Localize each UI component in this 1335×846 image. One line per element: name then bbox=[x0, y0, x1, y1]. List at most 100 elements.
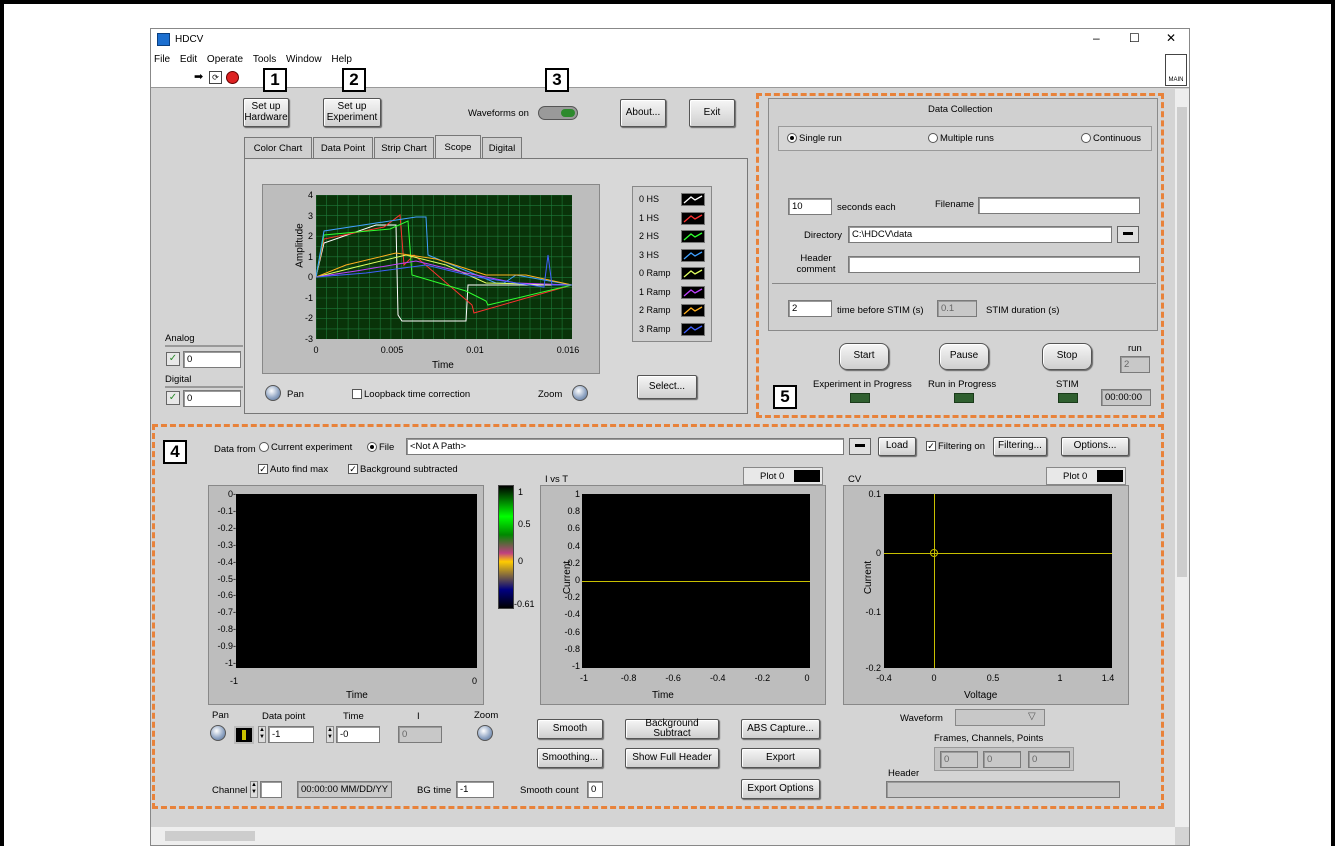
legend-swatch[interactable] bbox=[681, 211, 705, 225]
legend-row-4: 0 Ramp bbox=[633, 265, 707, 282]
data-collection-highlight bbox=[756, 93, 1164, 418]
select-button[interactable]: Select... bbox=[637, 375, 697, 399]
hscroll-thumb[interactable] bbox=[165, 831, 255, 841]
legend-row-7: 3 Ramp bbox=[633, 321, 707, 338]
scope-ytick-6: -2 bbox=[304, 313, 313, 323]
menu-tools[interactable]: Tools bbox=[253, 54, 276, 65]
scope-ytick-5: -1 bbox=[304, 292, 313, 303]
menu-bar: File Edit Operate Tools Window Help bbox=[151, 51, 1189, 68]
pan-knob[interactable] bbox=[265, 385, 281, 401]
analog-check-icon[interactable]: ✓ bbox=[166, 352, 180, 366]
analog-value[interactable]: 0 bbox=[183, 351, 241, 368]
toolbar: ➡ ⟳ MAIN bbox=[151, 54, 1189, 88]
abort-icon[interactable] bbox=[226, 71, 239, 84]
scope-xtick-2: 0.01 bbox=[466, 345, 484, 355]
menu-window[interactable]: Window bbox=[286, 54, 322, 65]
legend-label: 1 HS bbox=[639, 212, 660, 223]
legend-label: 1 Ramp bbox=[639, 286, 671, 297]
scope-ytick-7: -3 bbox=[304, 333, 313, 344]
legend-row-2: 2 HS bbox=[633, 228, 707, 245]
pan-label: Pan bbox=[287, 389, 304, 400]
vertical-scrollbar[interactable] bbox=[1175, 89, 1189, 827]
toggle-led bbox=[561, 109, 575, 117]
callout-4: 4 bbox=[163, 440, 187, 464]
tab-color-chart[interactable]: Color Chart bbox=[244, 137, 312, 159]
legend-swatch[interactable] bbox=[681, 304, 705, 317]
digital-check-icon[interactable]: ✓ bbox=[166, 391, 180, 405]
menu-edit[interactable]: Edit bbox=[180, 54, 197, 65]
legend-row-5: 1 Ramp bbox=[633, 284, 707, 301]
about-button[interactable]: About... bbox=[620, 99, 666, 127]
callout-3: 3 bbox=[545, 68, 569, 92]
scope-y-label: Amplitude bbox=[294, 223, 306, 268]
legend-label: 0 HS bbox=[639, 194, 660, 204]
legend-swatch[interactable] bbox=[681, 267, 705, 280]
digital-label: Digital bbox=[165, 374, 192, 385]
scope-trace-3 bbox=[315, 216, 573, 286]
scope-x-label: Time bbox=[432, 360, 454, 371]
tab-data-point[interactable]: Data Point bbox=[313, 137, 373, 159]
scope-ytick-2: 2 bbox=[307, 231, 313, 241]
legend-swatch[interactable] bbox=[681, 248, 705, 262]
analysis-highlight bbox=[152, 424, 1164, 809]
run-arrow-icon[interactable]: ➡ bbox=[194, 72, 206, 83]
scope-ytick-1: 3 bbox=[307, 210, 313, 221]
callout-5: 5 bbox=[773, 385, 797, 409]
window-title: HDCV bbox=[175, 34, 204, 45]
title-bar: HDCV – ☐ ✕ bbox=[151, 29, 1189, 51]
callout-2: 2 bbox=[342, 68, 366, 92]
digital-value[interactable]: 0 bbox=[183, 390, 241, 407]
setup-experiment-button[interactable]: Set up Experiment bbox=[323, 98, 381, 127]
analog-divider bbox=[165, 345, 243, 347]
scope-ytick-4: 0 bbox=[307, 272, 313, 282]
legend-row-6: 2 Ramp bbox=[633, 302, 707, 319]
tab-scope[interactable]: Scope bbox=[435, 135, 481, 159]
waveforms-on-label: Waveforms on bbox=[468, 108, 529, 119]
legend-swatch[interactable] bbox=[681, 230, 705, 243]
loopback-checkbox[interactable]: Loopback time correction bbox=[352, 389, 470, 400]
scope-trace-0 bbox=[315, 224, 572, 322]
app-icon bbox=[157, 33, 170, 46]
exit-button[interactable]: Exit bbox=[689, 99, 735, 127]
legend-swatch[interactable] bbox=[681, 322, 705, 336]
horizontal-scrollbar[interactable] bbox=[151, 827, 1175, 845]
close-icon[interactable]: ✕ bbox=[1166, 31, 1176, 45]
analog-label: Analog bbox=[165, 333, 195, 344]
legend-row-1: 1 HS bbox=[633, 210, 707, 227]
scope-plot-area bbox=[315, 194, 573, 339]
legend-row-0: 0 HS bbox=[633, 191, 707, 208]
menu-help[interactable]: Help bbox=[331, 54, 352, 65]
loopback-check-box[interactable] bbox=[352, 389, 362, 400]
legend-label: 2 HS bbox=[639, 231, 660, 241]
tab-digital[interactable]: Digital bbox=[482, 137, 522, 159]
loopback-label: Loopback time correction bbox=[364, 389, 471, 400]
scope-plot bbox=[315, 194, 573, 339]
callout-1: 1 bbox=[263, 68, 287, 92]
legend-label: 3 Ramp bbox=[639, 323, 671, 334]
legend-label: 3 HS bbox=[639, 249, 660, 260]
scope-xtick-0: 0 bbox=[313, 345, 319, 355]
legend-row-3: 3 HS bbox=[633, 247, 707, 264]
scroll-thumb[interactable] bbox=[1177, 107, 1187, 577]
minimize-icon[interactable]: – bbox=[1093, 31, 1100, 45]
scope-ytick-3: 1 bbox=[307, 251, 313, 262]
scope-xtick-1: 0.005 bbox=[380, 345, 404, 355]
scope-legend: 0 HS 1 HS 2 HS 3 HS 0 Ramp 1 Ramp 2 Ramp 3 Ramp bbox=[632, 186, 712, 342]
scope-ytick-0: 4 bbox=[307, 190, 313, 200]
vi-icon: MAIN bbox=[1165, 54, 1187, 86]
legend-swatch[interactable] bbox=[681, 193, 705, 206]
waveforms-toggle[interactable] bbox=[538, 106, 578, 120]
run-continuous-icon[interactable]: ⟳ bbox=[209, 71, 222, 84]
scope-xtick-3: 0.016 bbox=[556, 345, 580, 355]
menu-operate[interactable]: Operate bbox=[207, 54, 243, 65]
legend-label: 2 Ramp bbox=[639, 305, 671, 315]
setup-hardware-button[interactable]: Set up Hardware bbox=[243, 98, 289, 127]
tab-strip-chart[interactable]: Strip Chart bbox=[374, 137, 434, 159]
legend-label: 0 Ramp bbox=[639, 268, 671, 278]
maximize-icon[interactable]: ☐ bbox=[1129, 31, 1140, 45]
menu-file[interactable]: File bbox=[154, 54, 170, 65]
legend-swatch[interactable] bbox=[681, 285, 705, 299]
zoom-knob[interactable] bbox=[572, 385, 588, 401]
zoom-label: Zoom bbox=[538, 389, 563, 400]
digital-divider bbox=[165, 386, 243, 388]
